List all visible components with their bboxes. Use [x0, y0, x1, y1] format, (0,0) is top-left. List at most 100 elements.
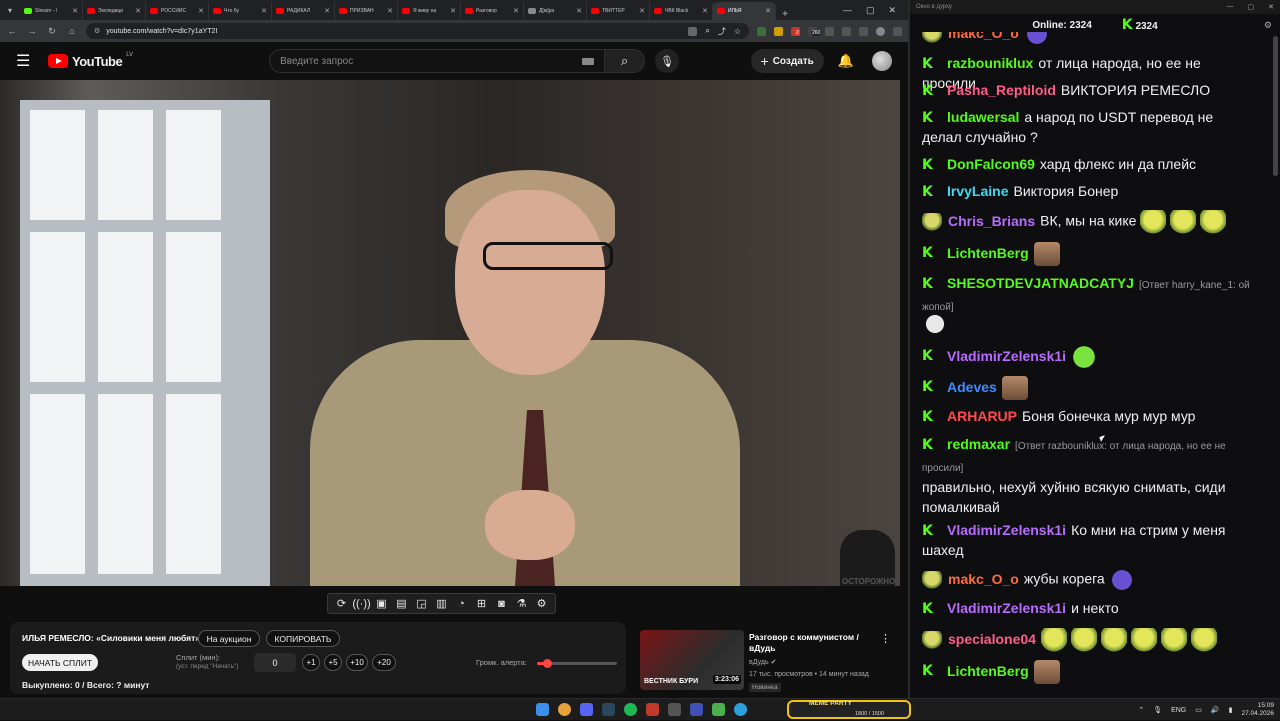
forward-icon[interactable]: → — [26, 26, 38, 36]
tray-chevron-icon[interactable]: ⌃ — [1138, 706, 1144, 714]
maximize-icon[interactable]: ▢ — [866, 5, 875, 16]
browser-tab[interactable]: Я живу на ✕ — [398, 2, 461, 20]
battery-icon[interactable]: ▮ — [1229, 706, 1233, 714]
close-tab-icon[interactable]: ✕ — [324, 7, 330, 15]
menu-dots-icon[interactable] — [893, 26, 902, 36]
tab-search-button[interactable]: ▾ — [0, 0, 20, 20]
close-tab-icon[interactable]: ✕ — [513, 7, 519, 15]
close-icon[interactable]: ✕ — [888, 5, 896, 16]
browser-tab[interactable]: ТВИТТЕР ✕ — [587, 2, 650, 20]
chat-username[interactable]: makc_O_o — [948, 32, 1019, 41]
share-icon[interactable]: ⤴ — [718, 26, 726, 37]
menu-icon[interactable]: ☰ — [16, 51, 36, 71]
account-avatar[interactable] — [872, 51, 892, 71]
chat-username[interactable]: razbouniklux — [947, 55, 1033, 71]
browser-tab[interactable]: Stream - I ✕ — [20, 2, 83, 20]
speed-gauge-icon[interactable]: ◔ — [454, 596, 469, 611]
close-tab-icon[interactable]: ✕ — [387, 7, 393, 15]
chat-username[interactable]: IrvyLaine — [947, 183, 1008, 199]
cast-icon[interactable] — [688, 26, 698, 36]
chat-scrollbar[interactable] — [1273, 36, 1278, 692]
chat-username[interactable]: Pasha_Reptiloid — [947, 82, 1056, 98]
recommended-video[interactable]: ВЕСТНИК БУРИ 3:23:06 Разговор с коммунис… — [640, 630, 900, 694]
close-tab-icon[interactable]: ✕ — [639, 7, 645, 15]
camera-settings-icon[interactable]: ▣ — [374, 596, 389, 611]
minimize-icon[interactable]: — — [843, 5, 852, 15]
flask-icon[interactable]: ⚗ — [514, 596, 529, 611]
add-10-button[interactable]: +10 — [346, 654, 368, 671]
close-tab-icon[interactable]: ✕ — [450, 7, 456, 15]
address-bar[interactable]: ⚙ youtube.com/watch?v=dIc7y1aYT2I ⌕ ⤴ ☆ — [86, 23, 749, 39]
maximize-icon[interactable]: ▢ — [1248, 3, 1255, 11]
video-player[interactable]: ОСТОРОЖНО — [0, 80, 900, 586]
chat-username[interactable]: specialone04 — [948, 631, 1036, 647]
bookmark-star-icon[interactable]: ☆ — [734, 27, 741, 36]
browser-tab[interactable]: Что бу ✕ — [209, 2, 272, 20]
sidebar-icon[interactable] — [859, 26, 868, 36]
back-icon[interactable]: ← — [6, 26, 18, 36]
app-icon[interactable] — [668, 703, 681, 716]
chat-username[interactable]: Adeves — [947, 379, 997, 395]
browser-tab[interactable]: Разговор ✕ — [461, 2, 524, 20]
discord-icon[interactable] — [580, 703, 593, 716]
keyboard-icon[interactable] — [582, 57, 595, 65]
search-button[interactable]: ⌕ — [605, 49, 646, 73]
home-icon[interactable]: ⌂ — [66, 26, 78, 36]
close-tab-icon[interactable]: ✕ — [261, 7, 267, 15]
add-5-button[interactable]: +5 — [324, 654, 342, 671]
meme-party-widget[interactable]: MEME PARTY 1800 / 1500 — [787, 700, 911, 719]
reload-icon[interactable]: ↻ — [46, 26, 58, 37]
split-minutes-input[interactable]: 0 — [254, 653, 296, 672]
clapper-icon[interactable]: ▤ — [394, 596, 409, 611]
chat-username[interactable]: SHESOTDEVJATNADCATYJ — [947, 275, 1134, 291]
alert-volume-slider[interactable] — [537, 659, 617, 668]
browser-tab[interactable]: РАДИКАЛ ✕ — [272, 2, 335, 20]
close-tab-icon[interactable]: ✕ — [72, 7, 78, 15]
notifications-bell-icon[interactable]: 🔔 — [838, 53, 854, 69]
chat-username[interactable]: LichtenBerg — [947, 663, 1029, 679]
spotify-icon[interactable] — [624, 703, 637, 716]
profile-icon[interactable] — [876, 26, 885, 36]
browser-tab[interactable]: ПРИЗВАН ✕ — [335, 2, 398, 20]
browser-tab[interactable]: ИЛЬЯ ✕ — [713, 2, 776, 20]
start-split-button[interactable]: НАЧАТЬ СПЛИТ — [22, 654, 98, 671]
app-icon[interactable] — [712, 703, 725, 716]
chat-username[interactable]: ludawersal — [947, 109, 1019, 125]
clock[interactable]: 15:09 27.04.2026 — [1241, 702, 1274, 718]
chat-username[interactable]: VladimirZelensk1i — [947, 522, 1066, 538]
language-indicator[interactable]: ENG — [1171, 707, 1186, 714]
chat-username[interactable]: DonFalcon69 — [947, 156, 1035, 172]
microphone-icon[interactable]: 🎙 — [1153, 706, 1162, 714]
close-tab-icon[interactable]: ✕ — [198, 7, 204, 15]
telegram-icon[interactable] — [734, 703, 747, 716]
add-20-button[interactable]: +20 — [372, 654, 396, 671]
app-icon[interactable] — [690, 703, 703, 716]
new-tab-button[interactable]: + — [776, 9, 794, 20]
volume-icon[interactable]: 🔊 — [1211, 706, 1220, 714]
slider-knob[interactable] — [542, 659, 552, 668]
search-input[interactable]: Введите запрос — [269, 49, 606, 73]
chat-username[interactable]: Chris_Brians — [948, 213, 1035, 229]
chat-username[interactable]: VladimirZelensk1i — [947, 600, 1066, 616]
extension-icon[interactable] — [757, 26, 766, 36]
steam-icon[interactable] — [602, 703, 615, 716]
film-strip-icon[interactable]: ▥ — [434, 596, 449, 611]
channel-name[interactable]: вДудь ✔ — [749, 658, 776, 666]
chrome-icon[interactable] — [558, 703, 571, 716]
browser-tab[interactable]: ЧВК Black ✕ — [650, 2, 713, 20]
chat-username[interactable]: redmaxar — [947, 436, 1010, 452]
close-tab-icon[interactable]: ✕ — [576, 7, 582, 15]
more-options-icon[interactable]: ⋮ — [880, 632, 891, 645]
loop-icon[interactable]: ⟳ — [334, 596, 349, 611]
voice-search-button[interactable]: 🎙 — [655, 49, 680, 73]
settings-icon[interactable]: ⚙ — [1264, 20, 1272, 31]
audio-wave-icon[interactable]: ((·)) — [352, 596, 370, 611]
network-icon[interactable]: ▭ — [1195, 706, 1202, 714]
zoom-icon[interactable]: ⌕ — [705, 26, 709, 36]
chat-username[interactable]: makc_O_o — [948, 571, 1019, 587]
chat-username[interactable]: LichtenBerg — [947, 245, 1029, 261]
extension-icon[interactable]: 260 — [808, 26, 822, 36]
extension-icon[interactable] — [774, 26, 783, 36]
close-tab-icon[interactable]: ✕ — [135, 7, 141, 15]
browser-tab[interactable]: Экспедици ✕ — [83, 2, 146, 20]
